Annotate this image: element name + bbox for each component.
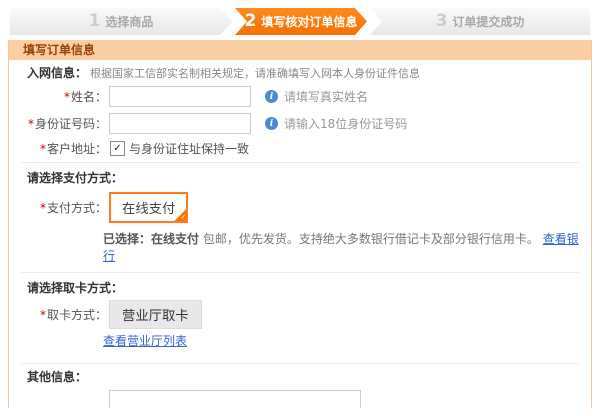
other-section-title: 其他信息： — [27, 371, 579, 384]
address-label: *客户地址： — [27, 140, 107, 157]
view-store-list-link[interactable]: 查看营业厅列表 — [103, 334, 187, 348]
id-label: *身份证号码： — [27, 115, 107, 132]
section-pickup: 请选择取卡方式： *取卡方式： 营业厅取卡 查看营业厅列表 — [21, 273, 579, 364]
payment-row: *支付方式： 在线支付 ✓ — [27, 192, 579, 223]
step-label: 填写核对订单信息 — [261, 13, 357, 30]
info-icon: i — [265, 90, 278, 103]
name-input[interactable] — [109, 86, 251, 107]
progress-bar: 1 选择商品 2 填写核对订单信息 3 订单提交成功 — [10, 8, 590, 35]
address-row: *客户地址： ✓ 与身份证住址保持一致 — [27, 140, 579, 157]
order-form-panel: 填写订单信息 入网信息：根据国家工信部实名制相关规定，请准确填写入网本人身份证件… — [8, 40, 592, 408]
section-other-info: 其他信息： 留言： 推荐人工号： — [21, 364, 579, 408]
selected-prefix: 已选择： — [103, 232, 151, 246]
check-icon: ✓ — [113, 144, 121, 154]
payment-label: *支付方式： — [27, 199, 107, 216]
address-same-checkbox[interactable]: ✓ — [110, 141, 125, 156]
section-payment: 请选择支付方式： *支付方式： 在线支付 ✓ 已选择：在线支付 包邮，优先发货。… — [21, 163, 579, 273]
name-label: *姓名： — [27, 88, 107, 105]
name-row: *姓名： i 请填写真实姓名 — [27, 86, 579, 107]
required-mark: * — [40, 201, 46, 215]
pickup-row: *取卡方式： 营业厅取卡 — [27, 300, 579, 329]
store-pickup-button[interactable]: 营业厅取卡 — [109, 300, 202, 329]
pickup-section-title: 请选择取卡方式： — [27, 282, 579, 295]
step-number: 3 — [436, 13, 448, 30]
panel-title: 填写订单信息 — [9, 40, 591, 60]
check-icon: ✓ — [180, 214, 186, 221]
pickup-link-row: 查看营业厅列表 — [103, 332, 579, 349]
required-mark: * — [40, 142, 46, 156]
step-order-success: 3 订单提交成功 — [370, 8, 590, 35]
selected-option: 在线支付 — [151, 232, 199, 246]
message-textarea[interactable] — [109, 390, 361, 408]
step-fill-order-info: 2 填写核对订单信息 — [235, 8, 367, 35]
required-mark: * — [64, 90, 70, 104]
message-textarea-wrap — [109, 390, 361, 408]
required-mark: * — [40, 308, 46, 322]
step-number: 1 — [89, 13, 101, 30]
address-checkbox-label: 与身份证住址保持一致 — [129, 140, 249, 157]
payment-section-title: 请选择支付方式： — [27, 172, 579, 185]
step-label: 订单提交成功 — [452, 13, 524, 30]
step-label: 选择商品 — [105, 13, 153, 30]
network-info-subtitle: 根据国家工信部实名制相关规定，请准确填写入网本人身份证件信息 — [90, 67, 420, 80]
step-select-product: 1 选择商品 — [10, 8, 232, 35]
payment-selected-line: 已选择：在线支付 包邮，优先发货。支持绝大多数银行借记卡及部分银行信用卡。 查看… — [103, 230, 579, 264]
selected-desc: 包邮，优先发货。支持绝大多数银行借记卡及部分银行信用卡。 — [203, 232, 539, 246]
id-hint: 请输入18位身份证号码 — [284, 115, 407, 132]
name-hint: 请填写真实姓名 — [284, 88, 368, 105]
id-number-input[interactable] — [109, 113, 251, 134]
section-title: 入网信息：根据国家工信部实名制相关规定，请准确填写入网本人身份证件信息 — [27, 67, 579, 80]
pickup-label: *取卡方式： — [27, 306, 107, 323]
step-number: 2 — [245, 13, 257, 30]
info-icon: i — [265, 117, 278, 130]
network-info-title: 入网信息： — [27, 66, 87, 80]
message-row: 留言： — [27, 390, 579, 408]
section-network-info: 入网信息：根据国家工信部实名制相关规定，请准确填写入网本人身份证件信息 *姓名：… — [21, 60, 579, 163]
selected-corner-icon: ✓ — [174, 209, 186, 221]
id-row: *身份证号码： i 请输入18位身份证号码 — [27, 113, 579, 134]
online-payment-label: 在线支付 — [122, 201, 175, 216]
required-mark: * — [28, 117, 34, 131]
online-payment-button[interactable]: 在线支付 ✓ — [109, 192, 188, 223]
